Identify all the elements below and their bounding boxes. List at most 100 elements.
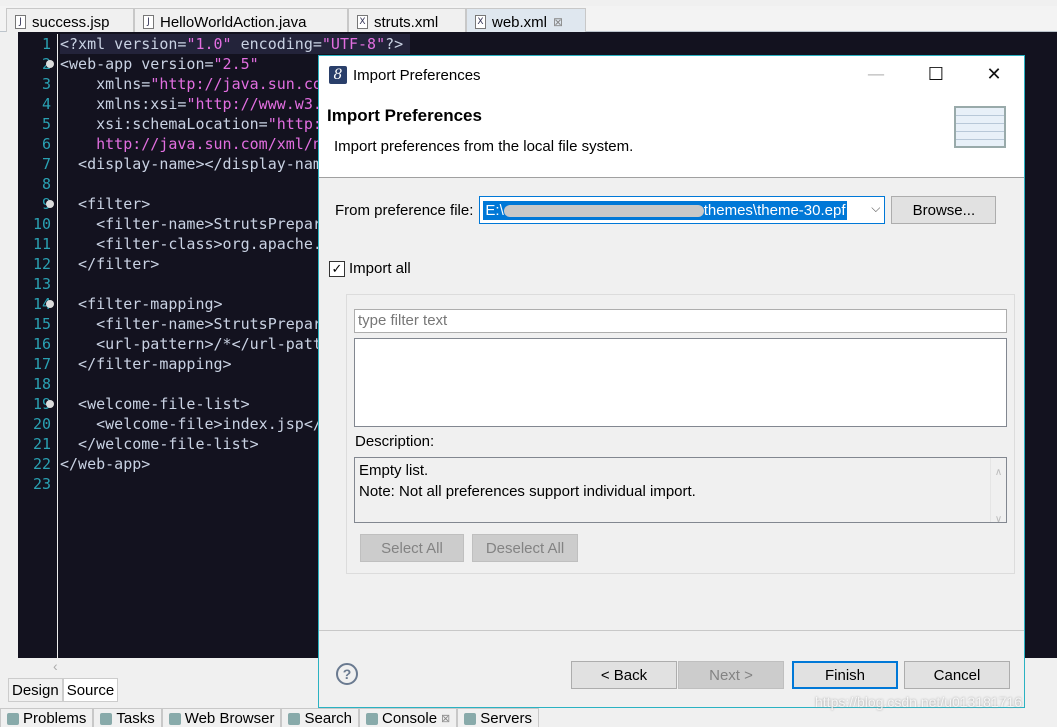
fold-toggle-icon[interactable] — [46, 200, 54, 208]
select-all-button[interactable]: Select All — [360, 534, 464, 562]
code-token: encoding= — [231, 35, 322, 53]
code-token: xsi:schemaLocation= — [60, 115, 268, 133]
line-number: 9 — [42, 194, 54, 214]
line-number: 5 — [41, 115, 51, 133]
code-line: <?xml version="1.0" encoding="UTF-8"?> — [60, 34, 410, 54]
cancel-button[interactable]: Cancel — [904, 661, 1010, 689]
dialog-titlebar: 8 Import Preferences — ☐ ✕ — [319, 56, 1024, 94]
description-line: Empty list. — [359, 462, 429, 479]
code-token: ?> — [385, 35, 404, 53]
description-line: Note: Not all preferences support indivi… — [359, 483, 696, 500]
tab-label: HelloWorldAction.java — [160, 13, 307, 31]
code-token: <welcome-file>index.jsp</w — [60, 415, 331, 433]
from-file-label: From preference file: — [335, 201, 474, 219]
view-icon — [366, 712, 378, 725]
preferences-wizard-icon — [954, 106, 1006, 148]
deselect-all-button[interactable]: Deselect All — [472, 534, 578, 562]
view-tab-web-browser[interactable]: Web Browser — [161, 708, 282, 727]
tab-struts-xml[interactable]: Xstruts.xml — [348, 8, 466, 32]
minimize-button[interactable]: — — [846, 56, 906, 94]
jsp-file-icon: J — [15, 15, 26, 29]
preferences-tree[interactable] — [354, 338, 1007, 427]
code-token: </filter-mapping> — [60, 355, 232, 373]
code-token: "http://www.w3.o — [186, 95, 331, 113]
redacted-path — [503, 204, 704, 217]
fold-toggle-icon[interactable] — [46, 60, 54, 68]
code-token: http://java.sun.com/xml/ns — [60, 135, 331, 153]
help-icon[interactable]: ? — [336, 663, 358, 685]
close-button[interactable]: ✕ — [964, 56, 1024, 94]
line-number: 18 — [32, 375, 51, 393]
scroll-left-icon[interactable]: ‹ — [53, 658, 58, 674]
import-preferences-dialog: 8 Import Preferences — ☐ ✕ Import Prefer… — [318, 55, 1025, 708]
code-token: <welcome-file-list> — [60, 395, 250, 413]
view-icon — [7, 712, 19, 725]
view-tab-problems[interactable]: Problems — [0, 708, 94, 727]
code-token: <filter> — [60, 195, 151, 213]
line-number: 21 — [32, 435, 51, 453]
xml-file-icon: X — [475, 15, 486, 29]
line-number: 22 — [32, 455, 51, 473]
code-token: </filter> — [60, 255, 160, 273]
line-number: 12 — [32, 255, 51, 273]
view-tab-console[interactable]: Console ⊠ — [359, 708, 458, 727]
preferences-group: type filter text Description: Empty list… — [346, 294, 1015, 574]
code-token: <filter-name>StrutsPrepare — [60, 215, 331, 233]
line-number-gutter: 1234567891011121314151617181920212223 — [28, 34, 58, 658]
view-tab-servers[interactable]: Servers — [457, 708, 539, 727]
back-button[interactable]: < Back — [571, 661, 677, 689]
file-path-value: E:\ themes\theme-30.epf — [483, 200, 848, 220]
finish-button[interactable]: Finish — [792, 661, 898, 689]
fold-toggle-icon[interactable] — [46, 400, 54, 408]
description-label: Description: — [355, 433, 435, 450]
tab-success-jsp[interactable]: Jsuccess.jsp — [6, 8, 134, 32]
eclipse-app-icon: 8 — [329, 66, 347, 84]
watermark: https://blog.csdn.net/u013181716 — [815, 694, 1023, 710]
view-label: Tasks — [116, 710, 155, 727]
close-icon[interactable]: ⊠ — [441, 712, 450, 725]
tab-design[interactable]: Design — [8, 678, 63, 702]
view-tab-tasks[interactable]: Tasks — [93, 708, 162, 727]
code-token: "2.5" — [213, 55, 259, 73]
tab-source[interactable]: Source — [62, 678, 119, 702]
vertical-scrollbar[interactable]: ∧ ∨ — [990, 458, 1006, 525]
chevron-down-icon[interactable]: ⌵ — [871, 201, 880, 216]
code-token: </web-app> — [60, 455, 151, 473]
code-token: <filter-name>StrutsPrepare — [60, 315, 331, 333]
line-number: 14 — [33, 294, 54, 314]
view-tab-search[interactable]: Search — [281, 708, 359, 727]
line-number: 20 — [32, 415, 51, 433]
line-number: 10 — [32, 215, 51, 233]
tab-label: struts.xml — [374, 13, 439, 31]
filter-input[interactable]: type filter text — [354, 309, 1007, 333]
import-all-checkbox[interactable]: ✓ Import all — [329, 260, 411, 277]
scroll-up-icon[interactable]: ∧ — [991, 462, 1006, 483]
banner-description: Import preferences from the local file s… — [334, 138, 634, 155]
tab-web-xml[interactable]: Xweb.xml ⊠ — [466, 8, 586, 32]
tab-helloworldaction-java[interactable]: J HelloWorldAction.java — [134, 8, 348, 32]
view-label: Problems — [23, 710, 87, 727]
code-token: xmlns:xsi= — [60, 95, 187, 113]
preference-file-combo[interactable]: E:\ themes\theme-30.epf ⌵ — [479, 196, 886, 224]
view-icon — [100, 712, 113, 725]
maximize-button[interactable]: ☐ — [906, 56, 966, 94]
view-label: Search — [304, 710, 352, 727]
checkbox-checked-icon[interactable]: ✓ — [329, 260, 345, 277]
views-tab-bar: Problems Tasks Web Browser Search Console ⊠ Se… — [0, 708, 1057, 727]
next-button[interactable]: Next > — [678, 661, 784, 689]
xml-file-icon: X — [357, 15, 368, 29]
fold-toggle-icon[interactable] — [46, 300, 54, 308]
line-number: 23 — [32, 475, 51, 493]
scroll-down-icon[interactable]: ∨ — [991, 509, 1006, 530]
line-number: 17 — [32, 355, 51, 373]
code-token: "http://java.sun.com — [150, 75, 331, 93]
browse-button[interactable]: Browse... — [891, 196, 997, 224]
description-box: Empty list. Note: Not all preferences su… — [354, 457, 1007, 525]
java-file-icon: J — [143, 15, 154, 29]
horizontal-scrollbar[interactable]: ‹ — [8, 658, 318, 676]
dialog-title: Import Preferences — [353, 66, 481, 84]
line-number: 6 — [41, 135, 51, 153]
footer-divider — [319, 630, 1024, 631]
close-icon[interactable]: ⊠ — [553, 15, 563, 29]
code-token: </welcome-file-list> — [60, 435, 259, 453]
